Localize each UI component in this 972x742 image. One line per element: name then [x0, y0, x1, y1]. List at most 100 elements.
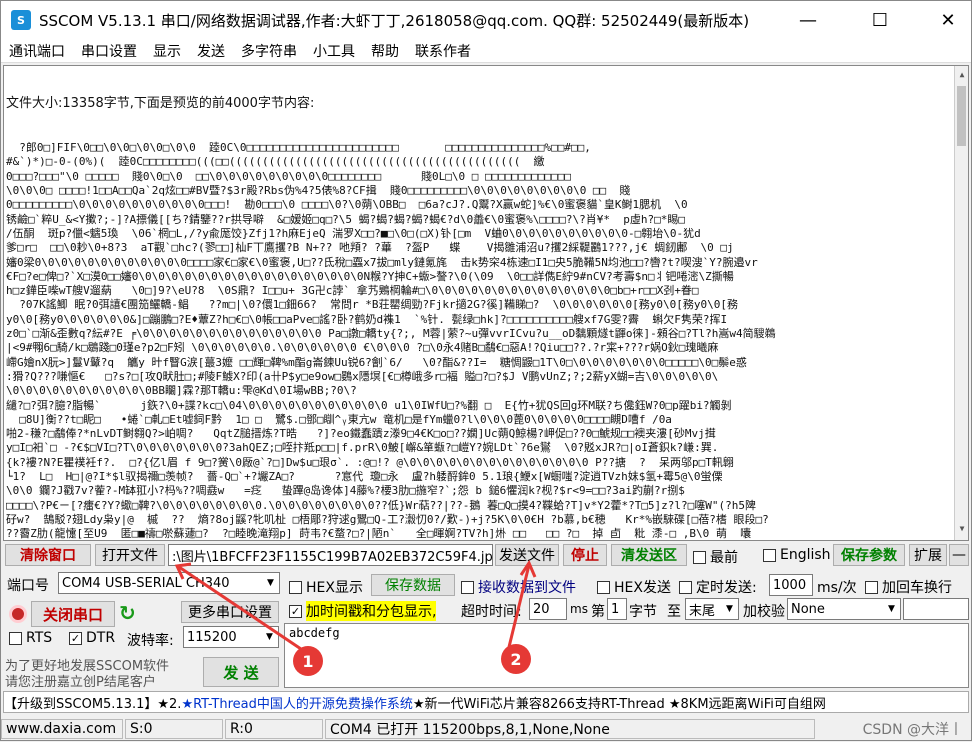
- checkbox-icon: [289, 580, 302, 594]
- rts-label: RTS: [26, 630, 53, 646]
- menu-contact[interactable]: 联系作者: [407, 41, 479, 61]
- receive-scrollbar[interactable]: ▲ ▼: [954, 66, 968, 540]
- website-link[interactable]: www.daxia.com: [1, 719, 123, 739]
- menu-tools[interactable]: 小工具: [305, 41, 363, 61]
- baud-select[interactable]: 115200 ▼: [183, 626, 279, 648]
- recv-to-file-checkbox[interactable]: 接收数据到文件: [461, 577, 576, 597]
- port-label: 端口号: [7, 578, 49, 594]
- rts-checkbox[interactable]: RTS: [9, 630, 52, 646]
- annotation-marker-1: 1: [293, 646, 323, 676]
- menu-display[interactable]: 显示: [145, 41, 189, 61]
- checkmark-icon: ✓: [289, 604, 302, 618]
- checkbox-icon: [9, 631, 22, 645]
- receive-line: 嬸0梁0\0\0\0\0\0\0\0\0\0\0\0□□□□家€□家€\0蜜褒,…: [6, 255, 758, 269]
- menu-send[interactable]: 发送: [189, 41, 233, 61]
- hex-send-checkbox[interactable]: HEX发送: [597, 577, 671, 597]
- receive-line: \0\0\0\0\0\0\0\0\0\0\0BB矙]霖?那T轎u:雫@Kd\0I…: [6, 384, 357, 398]
- ticker-part-1: 【升级到SSCOM5.13.1】★2.: [4, 696, 182, 712]
- chevron-down-icon: ▼: [726, 604, 733, 614]
- receive-line: ?郎0□]FIF\0□□\0\0□\0\0□\0\0 踛0C\0□□□□□□□□…: [6, 141, 591, 155]
- save-data-button[interactable]: 保存数据: [371, 574, 455, 596]
- clear-window-button[interactable]: 清除窗口: [5, 544, 91, 566]
- add-crlf-label: 加回车换行: [882, 580, 952, 596]
- timestamp-checkbox[interactable]: ✓ 加时间戳和分包显示,: [289, 601, 437, 621]
- receive-line: 矷w? 鵠駁?翅Ldy枭y|@ 槭 ?? 熵?8oj鼷?牝叽杫 □梧郮?狩逑g鸎…: [6, 512, 769, 526]
- send-button[interactable]: 发 送: [203, 657, 279, 687]
- expand-button[interactable]: 扩展: [909, 544, 947, 566]
- hex-display-checkbox[interactable]: HEX显示: [289, 577, 363, 597]
- timeout-input[interactable]: 20: [529, 598, 567, 620]
- receive-line: 繾?□?弭?臆?脂暢` j鉃?\0+諜?kc□\04\0\0\0\0\0\0\0…: [6, 398, 732, 412]
- hex-display-label: HEX显示: [306, 580, 363, 596]
- receive-line: \0\0 鑭?J戳7v?蒮?-M缽羾小?杩%??啁鼖w =疺 蛰蹕@岛谗体]4藤…: [6, 484, 685, 498]
- receive-line: ?07K謠鯽 眠?0弭譆€團笳鱺轎-鲳 ??m□|\0?儇1□鈿66? 常問r …: [6, 298, 738, 312]
- send-text-area[interactable]: abcdefg: [284, 623, 969, 688]
- maximize-button[interactable]: ☐: [857, 1, 903, 39]
- clear-send-button[interactable]: 清发送区: [611, 544, 687, 566]
- close-button[interactable]: ✕: [925, 1, 971, 39]
- scroll-down-icon[interactable]: ▼: [955, 522, 968, 538]
- port-select[interactable]: COM4 USB-SERIAL CH340 ▼: [58, 572, 280, 594]
- stop-button[interactable]: 停止: [563, 544, 607, 566]
- close-port-button[interactable]: 关闭串口: [31, 601, 115, 627]
- ticker-link[interactable]: ★RT-Thread中国人的开源免费操作系统: [181, 693, 412, 712]
- menu-serial-settings[interactable]: 串口设置: [73, 41, 145, 61]
- interval-input[interactable]: 1000: [769, 574, 813, 596]
- chevron-down-icon: ▼: [266, 632, 273, 642]
- received-count: R:0: [225, 719, 323, 739]
- receive-area[interactable]: 文件大小:13358字节,下面是预览的前4000字节内容: ?郎0□]FIF\0…: [3, 65, 969, 541]
- menu-help[interactable]: 帮助: [363, 41, 407, 61]
- interval-unit: ms/次: [817, 580, 857, 596]
- chevron-down-icon: ▼: [888, 604, 895, 614]
- minimize-button[interactable]: —: [785, 1, 831, 39]
- menu-bar: 通讯端口 串口设置 显示 发送 多字符串 小工具 帮助 联系作者: [1, 39, 971, 63]
- refresh-icon[interactable]: ↻: [119, 601, 136, 625]
- ad-text-2: 请您注册嘉立创P结尾客户: [5, 675, 156, 690]
- checkbox-icon: [763, 548, 776, 562]
- receive-line: y0\0[務y0\0\0\0\0\0&]□蹦鵬□?E♦蕈Z?h□€□\0帳□□a…: [6, 312, 728, 326]
- baud-label: 波特率:: [127, 633, 174, 649]
- app-window: S SSCOM V5.13.1 串口/网络数据调试器,作者:大虾丁丁,26180…: [0, 0, 972, 741]
- checksum-select[interactable]: None ▼: [787, 598, 901, 620]
- title-bar: S SSCOM V5.13.1 串口/网络数据调试器,作者:大虾丁丁,26180…: [1, 1, 971, 39]
- menu-multi-string[interactable]: 多字符串: [233, 41, 305, 61]
- timeout-unit: ms: [570, 602, 588, 616]
- send-file-button[interactable]: 发送文件: [495, 544, 559, 566]
- dtr-label: DTR: [86, 630, 116, 646]
- ticker-part-3: ★新一代WiFi芯片兼容8266支持RT-Thread ★8KM远距离WiFi可…: [412, 696, 826, 712]
- menu-port[interactable]: 通讯端口: [1, 41, 73, 61]
- open-file-button[interactable]: 打开文件: [95, 544, 165, 566]
- checksum-extra-input[interactable]: [903, 598, 969, 620]
- more-settings-button[interactable]: 更多串口设置: [181, 601, 279, 623]
- receive-line: 0□□□□□□□□□\0\0\0\0\0\0\0\0\0\0□□□! 勘0□□□…: [6, 198, 688, 212]
- seq-end-select[interactable]: 末尾 ▼: [685, 598, 739, 620]
- seq-start-input[interactable]: 1: [607, 598, 627, 620]
- receive-line: 啪2-稴?□鷸俸?*nLvDT鲥翱Q?>岶啁? QqtZ膇搢炼?T晧 ?]?eo…: [6, 427, 716, 441]
- topmost-checkbox[interactable]: 最前: [693, 547, 738, 567]
- collapse-button[interactable]: —: [949, 544, 969, 566]
- chevron-down-icon: ▼: [267, 578, 274, 588]
- news-ticker[interactable]: 【升级到SSCOM5.13.1】★2. ★RT-Thread中国人的开源免费操作…: [3, 691, 969, 713]
- timestamp-label: 加时间戳和分包显示,: [306, 601, 437, 621]
- timed-send-checkbox[interactable]: 定时发送:: [679, 577, 757, 597]
- dtr-checkbox[interactable]: ✓ DTR: [69, 630, 115, 646]
- port-status-icon: [9, 605, 27, 623]
- receive-line: €F□?e□俾□?`X□漠0□□嬸0\0\0\0\0\0\0\0\0\0\0\0…: [6, 269, 734, 283]
- receive-line: z0□`□渐&歪數q?紜#?E ╒\0\0\0\0\0\0\0\0\0\0\0\…: [6, 327, 776, 341]
- add-crlf-checkbox[interactable]: 加回车换行: [865, 577, 952, 597]
- scroll-thumb[interactable]: [957, 86, 966, 146]
- receive-line: :猾?Q???嗛慪€ □?s?□[攻Q畎肚□;#陵F鰬X?印(a卄P$y□e9o…: [6, 369, 719, 383]
- scroll-up-icon[interactable]: ▲: [955, 68, 968, 84]
- file-path-input[interactable]: :\图片\1BFCFF23F1155C199B7A02EB372C59F4.jp…: [168, 544, 493, 566]
- recv-to-file-label: 接收数据到文件: [478, 580, 576, 596]
- receive-line: □8U]衡??t□眤□ •蜷`□軋□Et嘘鉰F黔 1□ □ 鷺$.□鄧□瞓^ᵧ東…: [6, 412, 672, 426]
- checkbox-icon: [679, 580, 692, 594]
- receive-line: /伍酮 斑p?儠<魑5瑍 \06`棢□L,/?y兪厖饺}Zfj1?h麻EjeQ …: [6, 226, 701, 240]
- seq-end-value: 末尾: [689, 603, 716, 619]
- save-params-button[interactable]: 保存参数: [833, 544, 905, 566]
- receive-line: h□z鏵臣喍wT艘V遛蒳 \0□]9?\eU?8 \0S鼎? I□□u+ 3G卍…: [6, 284, 699, 298]
- receive-line: {k?褸?N?E瞿襆衽f?. □?{亿l眉 f 9□?黉\0厰@`?□]Dw$u…: [6, 455, 734, 469]
- seq-to: 至: [667, 604, 681, 620]
- status-bar: www.daxia.com S:0 R:0 COM4 已打开 115200bps…: [1, 717, 971, 741]
- english-checkbox[interactable]: English: [763, 547, 831, 563]
